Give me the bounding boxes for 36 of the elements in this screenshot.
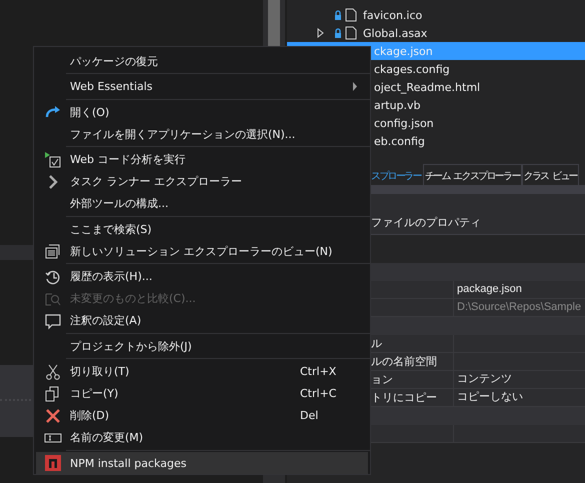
speech-bubble-icon xyxy=(44,312,62,330)
property-name: トリにコピー xyxy=(371,391,437,404)
scissors-icon xyxy=(44,362,62,380)
property-name: ルの名前空間 xyxy=(371,355,437,368)
menu-item[interactable]: 名前の変更(M) xyxy=(36,426,368,448)
file-icon xyxy=(345,26,357,40)
menu-item[interactable]: 新しいソリューション エクスプローラーのビュー(N) xyxy=(36,240,368,262)
menu-item[interactable]: 履歴の表示(H)... xyxy=(36,266,368,288)
close-icon xyxy=(44,406,62,424)
lock-icon xyxy=(334,10,342,20)
menu-item[interactable]: タスク ランナー エクスプローラー xyxy=(36,170,368,192)
tree-item[interactable]: Global.asax xyxy=(287,24,585,42)
tree-item[interactable]: favicon.ico xyxy=(287,6,585,24)
npm-logo-icon xyxy=(44,454,62,472)
property-name: ル xyxy=(371,337,382,350)
scrollbar-thumb[interactable] xyxy=(268,0,280,46)
checkbox-flag-icon xyxy=(44,150,62,168)
windows-icon xyxy=(44,242,62,260)
menu-item[interactable]: プロジェクトから除外(J) xyxy=(36,335,368,357)
property-value: コピーしない xyxy=(456,390,523,405)
expand-arrow-icon[interactable] xyxy=(317,28,325,38)
lock-icon xyxy=(334,28,342,38)
property-value: コンテンツ xyxy=(456,372,512,387)
menu-item[interactable]: コピー(Y) Ctrl+C xyxy=(36,382,368,404)
menu-item[interactable]: 開く(O) xyxy=(36,101,368,123)
menu-item[interactable]: 注釈の設定(A) xyxy=(36,310,368,332)
menu-item[interactable]: ファイルを開くアプリケーションの選択(N)... xyxy=(36,123,368,145)
menu-item[interactable]: NPM install packages xyxy=(36,452,368,474)
property-name: ョン xyxy=(371,373,393,386)
menu-item[interactable]: 切り取り(T) Ctrl+X xyxy=(36,360,368,382)
menu-item[interactable]: Web Essentials xyxy=(36,76,368,98)
file-icon xyxy=(345,8,357,22)
menu-item[interactable]: 削除(D) Del xyxy=(36,404,368,426)
property-value: D:\Source\Repos\Sample xyxy=(456,300,582,315)
property-value: package.json xyxy=(456,282,522,297)
menu-item[interactable]: Web コード分析を実行 xyxy=(36,148,368,170)
